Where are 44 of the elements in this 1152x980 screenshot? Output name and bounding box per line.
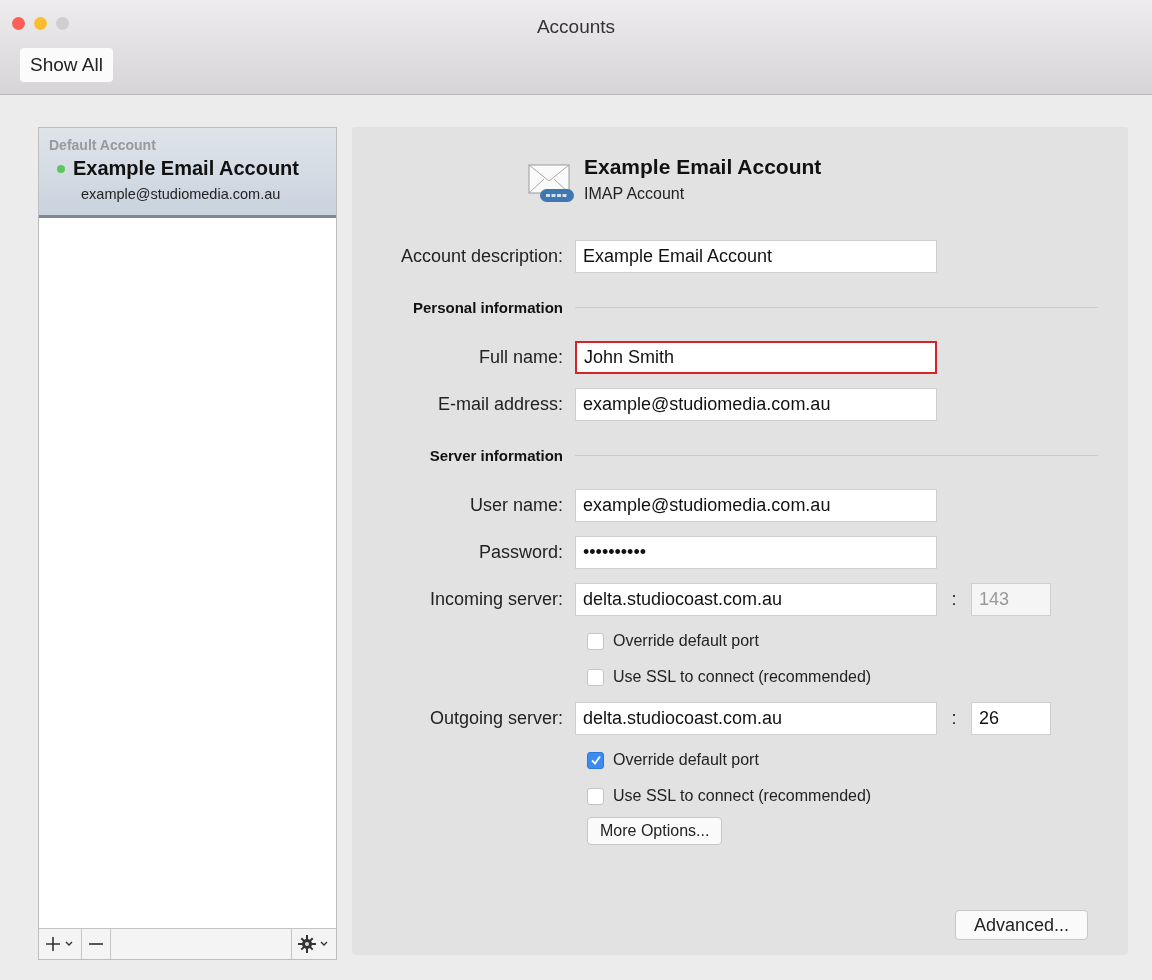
port-field[interactable]: 26 — [971, 702, 1051, 735]
checkbox[interactable] — [587, 668, 604, 686]
checkbox[interactable] — [587, 787, 604, 805]
checkbox[interactable] — [587, 751, 604, 769]
minus-icon — [88, 943, 104, 945]
group-label: Default Account — [49, 137, 157, 153]
account-name: Example Email Account — [73, 157, 299, 180]
port-separator: : — [950, 708, 958, 729]
text-field[interactable]: example@studiomedia.com.au — [575, 489, 937, 522]
add-icon — [45, 936, 75, 952]
show-all-button[interactable]: Show All — [20, 48, 113, 82]
more-options-button[interactable]: More Options... — [587, 817, 723, 845]
field-label: Account description: — [399, 246, 564, 267]
server-field[interactable]: delta.studiocoast.com.au — [575, 702, 937, 735]
field-label: Outgoing server: — [428, 708, 564, 729]
server-field[interactable]: delta.studiocoast.com.au — [575, 583, 937, 616]
checkbox-label: Override default port — [613, 632, 759, 650]
field-label: Incoming server: — [428, 589, 564, 610]
checkbox[interactable] — [587, 632, 604, 650]
minimize-icon[interactable] — [34, 17, 47, 30]
account-item[interactable]: Default Account Example Email Account example@studiomedia.com.au — [39, 128, 336, 218]
checkmark-icon — [589, 754, 602, 766]
account-title: Example Email Account — [584, 155, 822, 179]
zoom-icon — [56, 17, 69, 30]
text-field[interactable]: Example Email Account — [575, 240, 937, 273]
checkbox-label: Use SSL to connect (recommended) — [613, 668, 872, 686]
window-title: Accounts — [536, 15, 616, 38]
field-label: E-mail address: — [436, 394, 564, 415]
section-heading: Server information — [428, 446, 564, 464]
port-separator: : — [950, 589, 958, 610]
account-email: example@studiomedia.com.au — [80, 186, 282, 202]
checkbox-label: Use SSL to connect (recommended) — [613, 787, 872, 805]
close-icon[interactable] — [12, 17, 25, 30]
checkbox-label: Override default port — [613, 751, 759, 769]
field-label: Password: — [477, 542, 564, 563]
field-label: User name: — [468, 495, 564, 516]
account-type: IMAP Account — [584, 185, 686, 203]
section-heading: Personal information — [411, 298, 564, 316]
text-field[interactable]: John Smith — [575, 341, 937, 374]
text-field[interactable]: •••••••••• — [575, 536, 937, 569]
text-field[interactable]: example@studiomedia.com.au — [575, 388, 937, 421]
advanced-button[interactable]: Advanced... — [954, 910, 1088, 940]
field-label: Full name: — [477, 347, 564, 368]
gear-icon — [298, 935, 330, 953]
